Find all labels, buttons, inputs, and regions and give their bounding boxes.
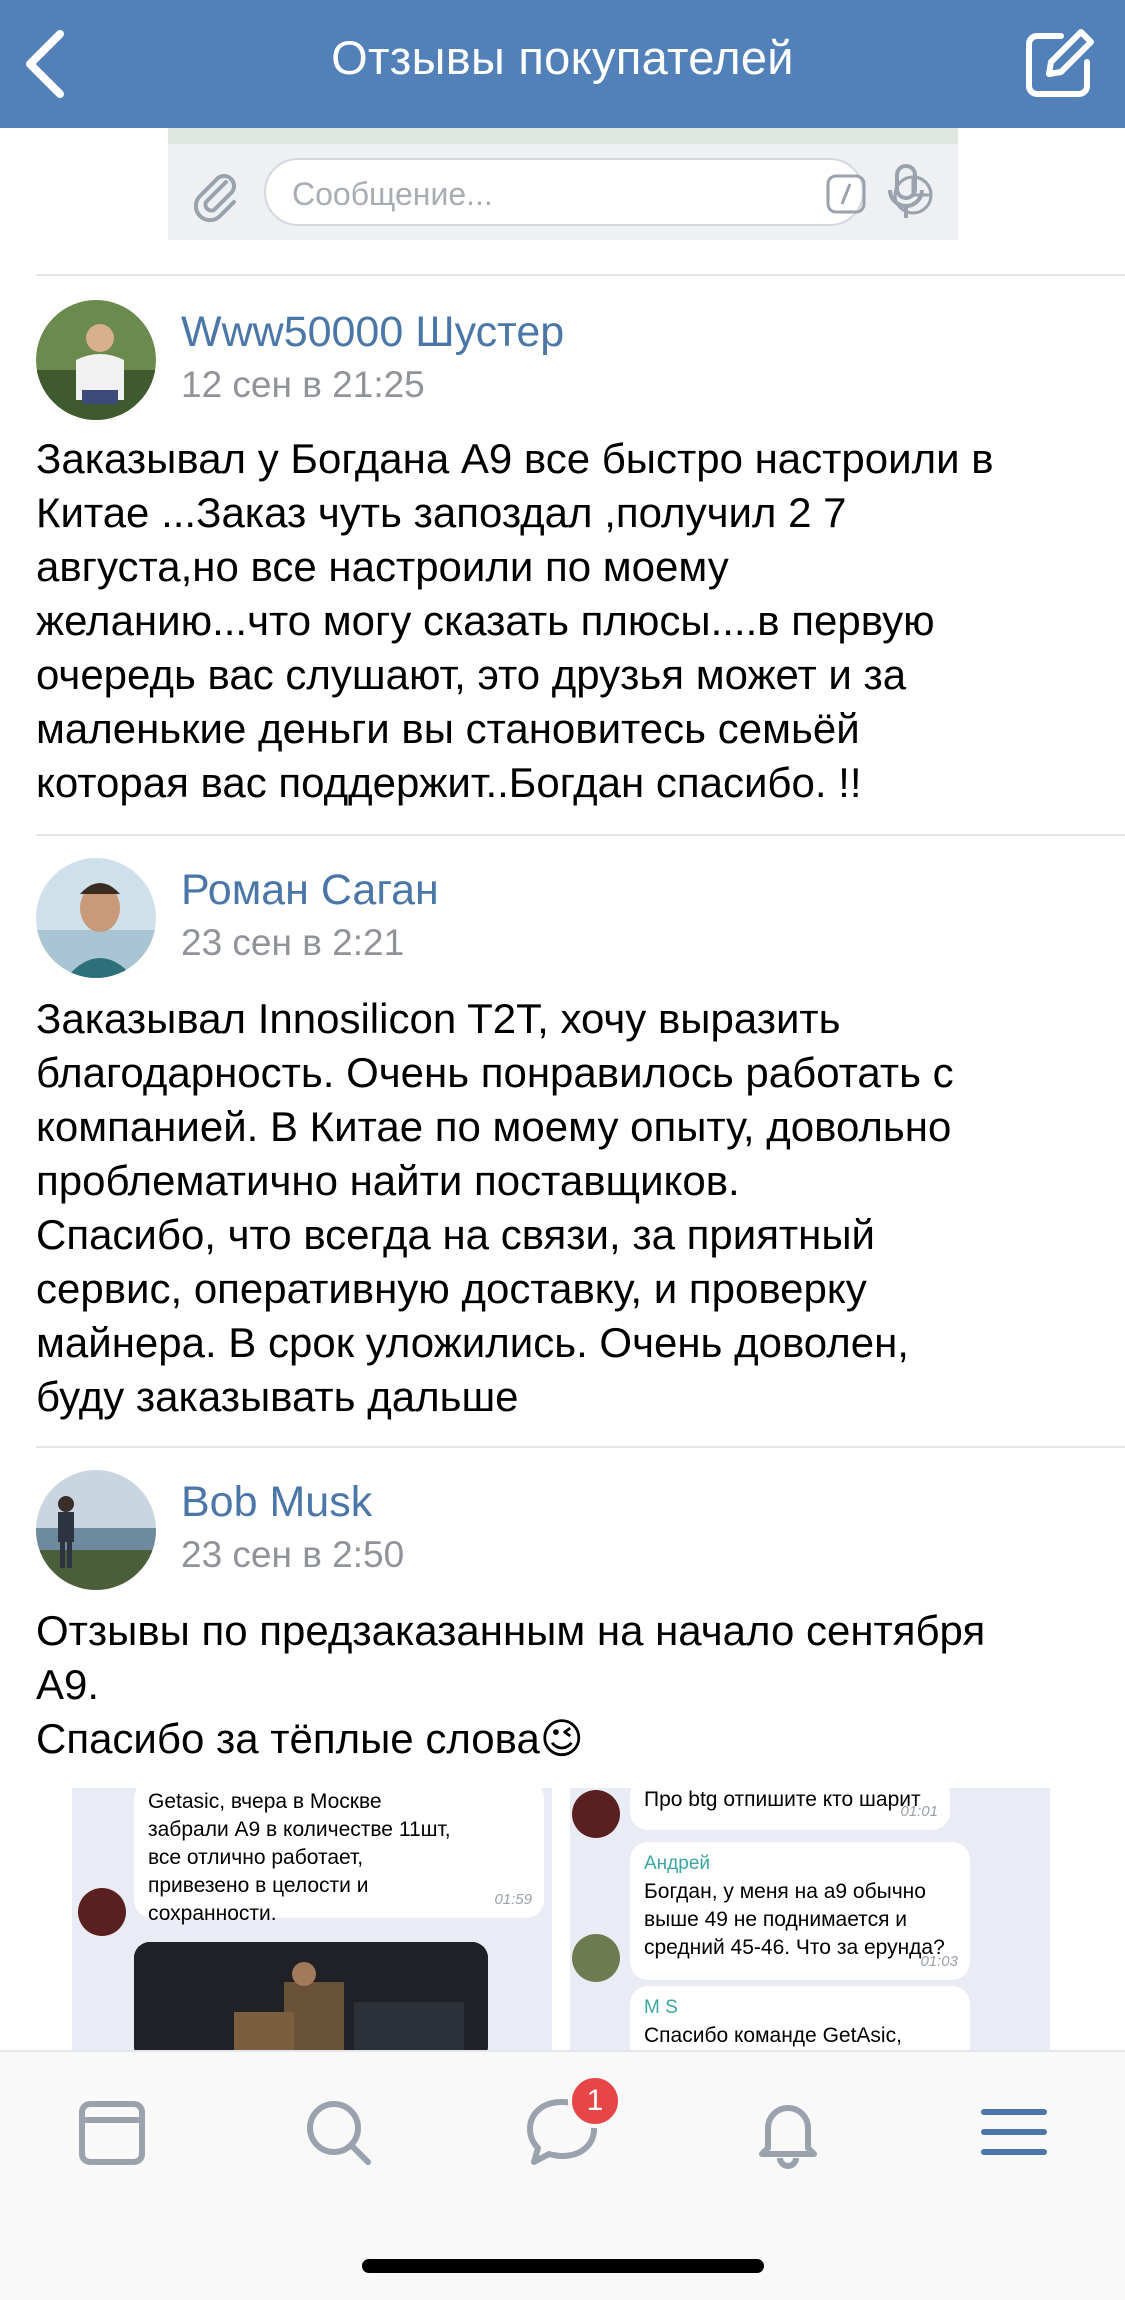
search-icon[interactable] — [298, 2092, 378, 2172]
post-time: 12 сен в 21:25 — [181, 364, 425, 405]
compose-icon[interactable] — [1021, 26, 1097, 102]
post-time: 23 сен в 2:21 — [181, 922, 405, 963]
divider — [36, 834, 1125, 836]
author-name[interactable]: Роман Саган — [181, 866, 439, 915]
chat-message: Богдан, у меня на а9 обычно выше 49 не п… — [644, 1880, 945, 1959]
post-time: 23 сен в 2:50 — [181, 1534, 405, 1575]
sender-avatar — [572, 1934, 620, 1982]
chat-sender: Андрей — [644, 1853, 710, 1874]
screenshot-preview-message-bar[interactable]: Сообщение... — [168, 128, 958, 240]
chat-message: Спасибо команде GetAsic, — [644, 2024, 902, 2047]
home-indicator[interactable] — [362, 2259, 764, 2273]
photo — [134, 1942, 488, 2050]
divider — [36, 274, 1125, 276]
menu-icon[interactable] — [974, 2092, 1054, 2172]
nav-header: Отзывы покупателей — [0, 0, 1125, 128]
chat-bubble: Про btg отпишите кто шарит 01:01 — [630, 1788, 950, 1830]
command-icon — [826, 174, 866, 214]
chat-bubble: Андрей Богдан, у меня на а9 обычно выше … — [630, 1842, 970, 1980]
divider — [36, 1446, 1125, 1448]
chat-bubble: M S Спасибо команде GetAsic, — [630, 1986, 970, 2050]
unread-badge: 1 — [568, 2074, 622, 2128]
attachment-image[interactable]: Про btg отпишите кто шарит 01:01 Андрей … — [570, 1788, 1050, 2050]
message-input: Сообщение... — [264, 158, 933, 226]
post-text: Заказывал Innosilicon T2T, хочу выразить… — [36, 995, 954, 1420]
chat-bubble: Getasic, вчера в Москве забрали А9 в кол… — [134, 1788, 544, 1925]
chat-time: 01:59 — [494, 1891, 532, 1908]
strip-top-edge — [168, 128, 958, 144]
paperclip-icon — [193, 174, 236, 222]
chat-message: Про btg отпишите кто шарит — [644, 1788, 921, 1811]
chat-sender: M S — [644, 1997, 678, 2018]
avatar[interactable] — [36, 1470, 156, 1590]
sender-avatar — [572, 1790, 620, 1838]
feed-icon[interactable] — [72, 2092, 152, 2172]
message-placeholder: Сообщение... — [292, 176, 493, 212]
microphone-icon — [888, 164, 924, 218]
post-text: Заказывал у Богдана А9 все быстро настро… — [36, 435, 994, 806]
author-name[interactable]: Bob Musk — [181, 1478, 372, 1527]
author-name[interactable]: Www50000 Шустер — [181, 308, 564, 357]
page-title: Отзывы покупателей — [331, 31, 794, 84]
chat-time: 01:01 — [900, 1803, 938, 1820]
sender-avatar — [78, 1888, 126, 1936]
avatar[interactable] — [36, 858, 156, 978]
notifications-icon[interactable] — [748, 2092, 828, 2172]
avatar[interactable] — [36, 300, 156, 420]
chat-message: Getasic, вчера в Москве забрали А9 в кол… — [148, 1790, 451, 1925]
post-text: Отзывы по предзаказанным на начало сентя… — [36, 1607, 986, 1762]
attachment-image[interactable]: Getasic, вчера в Москве забрали А9 в кол… — [72, 1788, 552, 2050]
chat-time: 01:03 — [920, 1953, 958, 1970]
